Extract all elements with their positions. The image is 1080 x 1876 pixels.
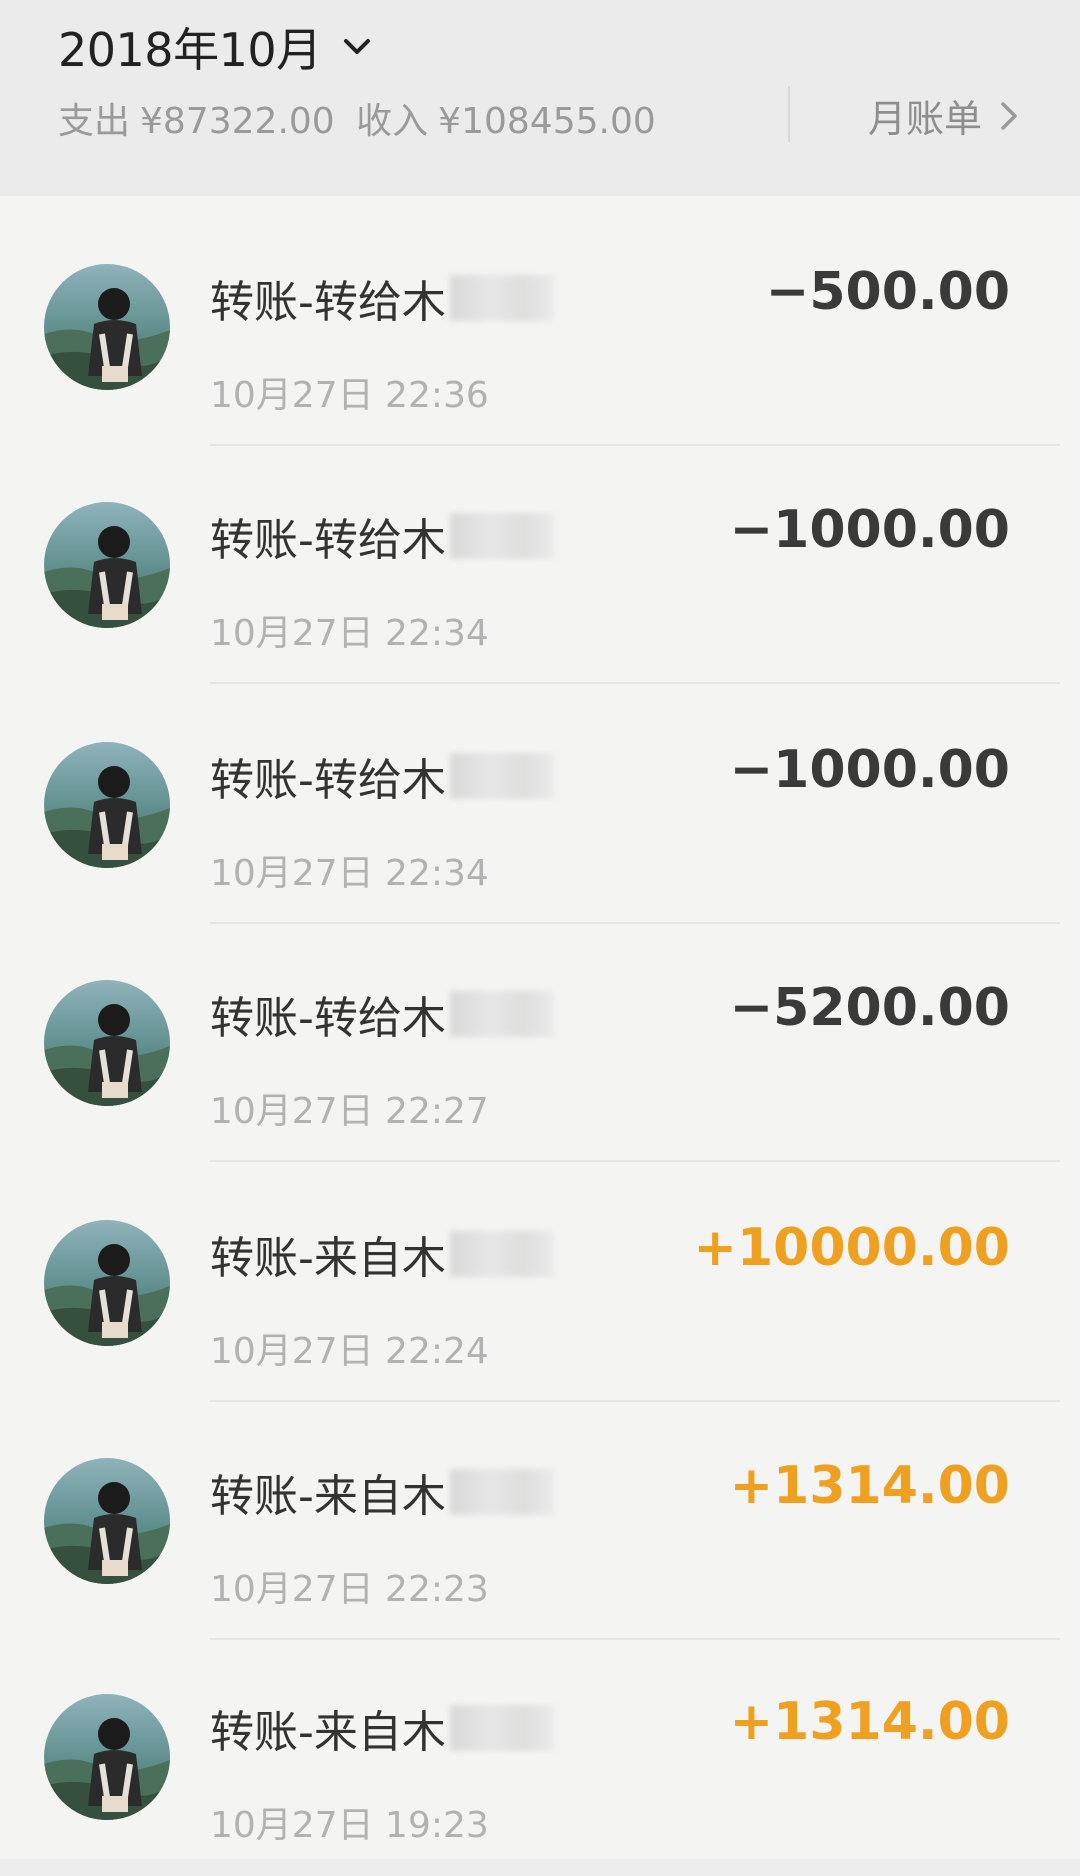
transaction-title-wrap: 转账-来自木	[210, 1222, 555, 1286]
transaction-row[interactable]: 转账-转给木 10月27日 22:34 −1000.00	[0, 444, 1080, 684]
transaction-amount: −5200.00	[729, 978, 1010, 1038]
chevron-down-icon	[343, 39, 370, 54]
transaction-title-wrap: 转账-转给木	[210, 266, 555, 330]
transaction-row[interactable]: 转账-转给木 10月27日 22:36 −500.00	[0, 206, 1080, 446]
transaction-list: 转账-转给木 10月27日 22:36 −500.00 转账-转给木 10月27…	[0, 196, 1080, 1859]
redacted-name	[449, 1705, 555, 1751]
income-label: 收入	[356, 101, 429, 142]
expense-label: 支出	[58, 101, 131, 142]
transaction-title-wrap: 转账-来自木	[210, 1460, 555, 1524]
transaction-time: 10月27日 22:23	[210, 1569, 489, 1610]
monthly-summary: 支出 ¥87322.00 收入 ¥108455.00	[58, 92, 666, 144]
transaction-time: 10月27日 22:27	[210, 1091, 489, 1132]
transaction-amount: −1000.00	[729, 740, 1010, 800]
transaction-time: 10月27日 22:24	[210, 1331, 489, 1372]
transaction-amount: +10000.00	[693, 1218, 1010, 1278]
transaction-row[interactable]: 转账-来自木 10月27日 22:23 +1314.00	[0, 1400, 1080, 1640]
transaction-amount: +1314.00	[729, 1456, 1010, 1516]
transaction-title: 转账-来自木	[210, 1471, 446, 1522]
redacted-name	[449, 275, 555, 321]
header-divider	[788, 86, 790, 142]
monthly-bill-label: 月账单	[867, 97, 982, 141]
transaction-title-wrap: 转账-来自木	[210, 1696, 555, 1760]
bill-header: 2018年10月 支出 ¥87322.00 收入 ¥108455.00 月账单	[0, 0, 1080, 196]
transaction-row[interactable]: 转账-来自木 10月27日 19:23 +1314.00	[0, 1636, 1080, 1876]
transaction-title: 转账-来自木	[210, 1233, 446, 1284]
transaction-title-wrap: 转账-转给木	[210, 744, 555, 808]
redacted-name	[449, 1231, 555, 1277]
transaction-row[interactable]: 转账-来自木 10月27日 22:24 +10000.00	[0, 1162, 1080, 1402]
transaction-row[interactable]: 转账-转给木 10月27日 22:27 −5200.00	[0, 922, 1080, 1162]
transaction-title: 转账-转给木	[210, 515, 446, 566]
transaction-title: 转账-转给木	[210, 755, 446, 806]
user-avatar	[44, 1694, 170, 1820]
income-total: ¥108455.00	[438, 101, 656, 142]
transaction-time: 10月27日 22:34	[210, 853, 489, 894]
transaction-row[interactable]: 转账-转给木 10月27日 22:34 −1000.00	[0, 684, 1080, 924]
transaction-amount: +1314.00	[729, 1692, 1010, 1752]
transaction-title: 转账-转给木	[210, 277, 446, 328]
transaction-title: 转账-来自木	[210, 1707, 446, 1758]
redacted-name	[449, 753, 555, 799]
month-label: 2018年10月	[58, 23, 322, 77]
transaction-time: 10月27日 19:23	[210, 1805, 489, 1846]
transaction-amount: −1000.00	[729, 500, 1010, 560]
user-avatar	[44, 1458, 170, 1584]
user-avatar	[44, 980, 170, 1106]
chevron-right-icon	[1001, 101, 1017, 130]
user-avatar	[44, 742, 170, 868]
transaction-time: 10月27日 22:36	[210, 375, 489, 416]
transaction-title-wrap: 转账-转给木	[210, 504, 555, 568]
user-avatar	[44, 502, 170, 628]
transaction-title-wrap: 转账-转给木	[210, 982, 555, 1046]
transaction-amount: −500.00	[765, 262, 1010, 322]
month-selector[interactable]: 2018年10月	[58, 14, 374, 80]
transaction-time: 10月27日 22:34	[210, 613, 489, 654]
redacted-name	[449, 991, 555, 1037]
user-avatar	[44, 264, 170, 390]
transaction-title: 转账-转给木	[210, 993, 446, 1044]
user-avatar	[44, 1220, 170, 1346]
monthly-bill-link[interactable]: 月账单	[868, 88, 1022, 143]
expense-total: ¥87322.00	[140, 101, 335, 142]
redacted-name	[449, 1469, 555, 1515]
redacted-name	[449, 513, 555, 559]
